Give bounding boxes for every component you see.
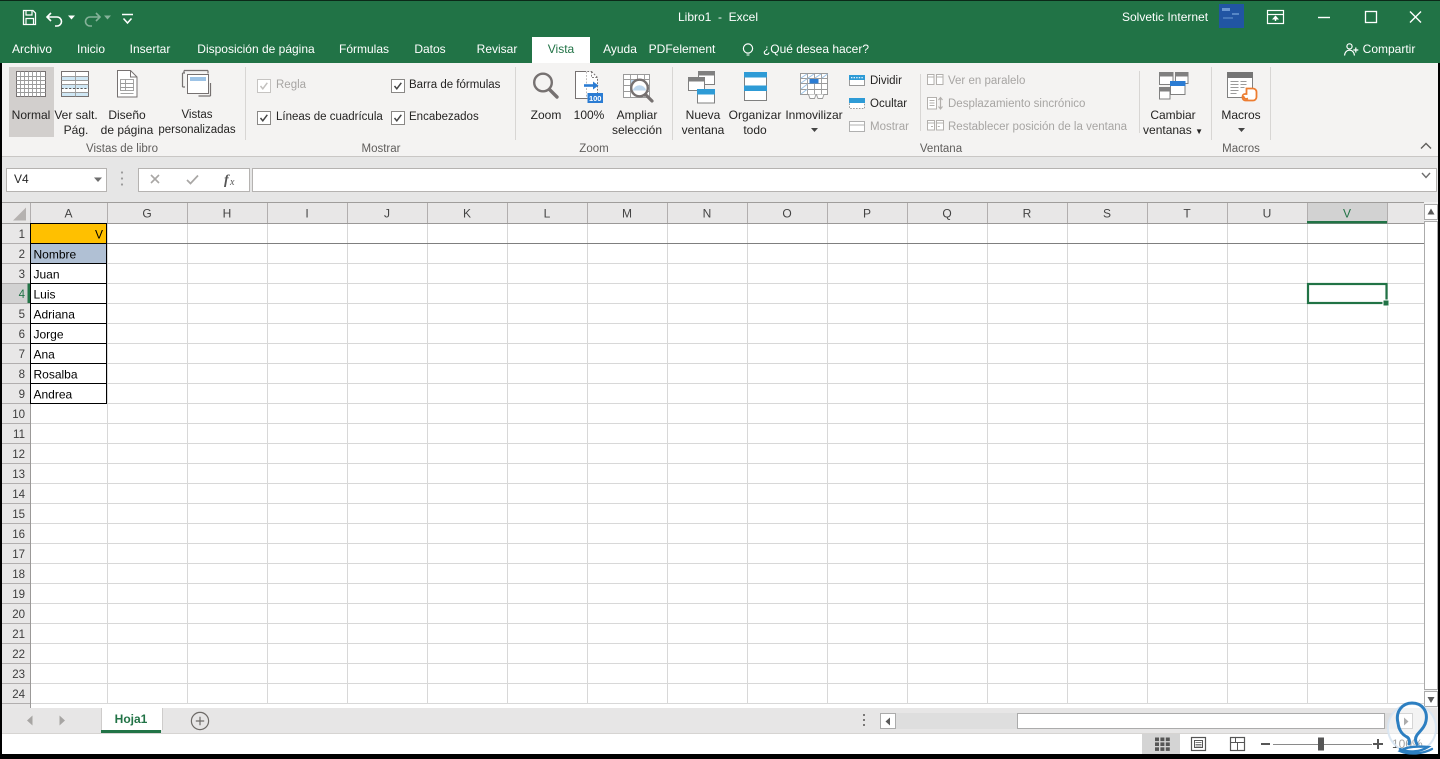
svg-text:11: 11 (13, 429, 25, 441)
svg-text:P: P (863, 207, 871, 221)
svg-text:V: V (1343, 207, 1351, 221)
svg-text:4: 4 (19, 289, 26, 301)
svg-text:I: I (305, 207, 308, 221)
svg-text:Q: Q (942, 207, 951, 221)
svg-text:A: A (64, 207, 72, 221)
svg-text:5: 5 (19, 309, 25, 321)
svg-text:O: O (782, 207, 791, 221)
svg-text:10: 10 (12, 409, 25, 421)
svg-text:Ana: Ana (34, 348, 56, 362)
svg-text:24: 24 (12, 689, 25, 701)
svg-text:S: S (1103, 207, 1111, 221)
svg-text:M: M (622, 207, 632, 221)
svg-text:17: 17 (12, 549, 25, 561)
svg-text:20: 20 (12, 609, 25, 621)
svg-text:N: N (703, 207, 712, 221)
svg-text:18: 18 (12, 569, 25, 581)
svg-text:x: x (229, 177, 235, 188)
svg-text:22: 22 (12, 649, 25, 661)
svg-text:23: 23 (12, 669, 25, 681)
svg-text:6: 6 (19, 329, 25, 341)
svg-text:12: 12 (12, 449, 25, 461)
svg-text:H: H (223, 207, 232, 221)
svg-text:Jorge: Jorge (34, 328, 64, 342)
svg-text:Andrea: Andrea (34, 388, 73, 402)
svg-text:Rosalba: Rosalba (34, 368, 78, 382)
svg-text:Adriana: Adriana (34, 308, 76, 322)
svg-text:Nombre: Nombre (34, 248, 77, 262)
svg-text:Juan: Juan (34, 268, 60, 282)
svg-text:13: 13 (12, 469, 25, 481)
svg-text:9: 9 (19, 389, 25, 401)
svg-text:16: 16 (12, 529, 25, 541)
svg-text:T: T (1183, 207, 1191, 221)
svg-text:2: 2 (19, 249, 25, 261)
svg-text:3: 3 (19, 269, 25, 281)
svg-text:1: 1 (19, 229, 25, 241)
svg-text:100: 100 (589, 94, 602, 103)
svg-text:V: V (95, 228, 103, 242)
svg-text:G: G (142, 207, 151, 221)
svg-text:7: 7 (19, 349, 25, 361)
svg-text:L: L (544, 207, 551, 221)
svg-text:J: J (384, 207, 390, 221)
svg-text:15: 15 (12, 509, 25, 521)
svg-text:14: 14 (12, 489, 25, 501)
svg-text:21: 21 (12, 629, 25, 641)
svg-text:K: K (463, 207, 471, 221)
svg-text:U: U (1263, 207, 1272, 221)
svg-text:R: R (1023, 207, 1032, 221)
svg-text:19: 19 (12, 589, 25, 601)
svg-text:8: 8 (19, 369, 25, 381)
svg-text:Luis: Luis (34, 288, 56, 302)
